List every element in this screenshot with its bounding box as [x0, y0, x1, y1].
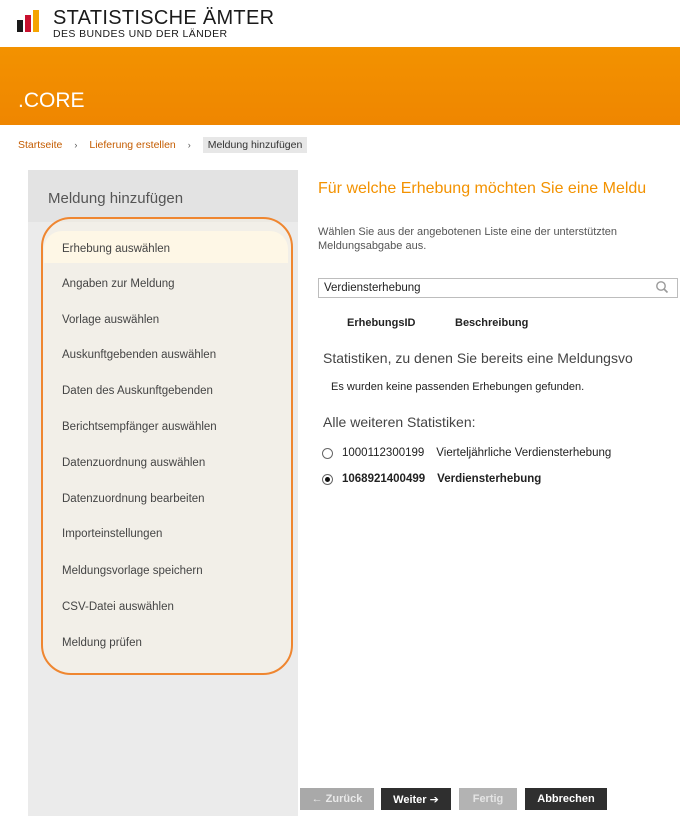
- no-results-message: Es wurden keine passenden Erhebungen gef…: [331, 381, 585, 393]
- step-angaben-zur-meldung[interactable]: Angaben zur Meldung: [62, 278, 175, 290]
- logo-title: STATISTISCHE ÄMTER: [53, 7, 275, 29]
- statistic-label: Verdiensterhebung: [437, 473, 542, 485]
- search-value: Verdiensterhebung: [324, 282, 421, 294]
- radio-button-selected[interactable]: [322, 473, 333, 485]
- statistic-option-row-selected[interactable]: 1068921400499 Verdiensterhebung: [322, 473, 541, 485]
- step-meldungsvorlage-speichern[interactable]: Meldungsvorlage speichern: [62, 565, 203, 577]
- radio-button[interactable]: [322, 447, 333, 459]
- breadcrumb: Startseite › Lieferung erstellen › Meldu…: [18, 137, 308, 153]
- breadcrumb-separator: ›: [74, 140, 78, 150]
- cancel-button[interactable]: Abbrechen: [525, 788, 607, 810]
- breadcrumb-separator: ›: [187, 140, 191, 150]
- statistic-id: 1068921400499: [342, 473, 426, 485]
- main-panel: [300, 170, 680, 766]
- back-button[interactable]: ← Zurück: [300, 788, 374, 810]
- column-header-beschreibung[interactable]: Beschreibung: [455, 317, 528, 329]
- step-erhebung-auswaehlen[interactable]: Erhebung auswählen: [62, 243, 170, 255]
- sidebar-title: Meldung hinzufügen: [48, 190, 184, 207]
- statistic-label: Vierteljährliche Verdiensterhebung: [436, 447, 612, 459]
- header-banner: .CORE: [0, 47, 680, 125]
- search-input[interactable]: Verdiensterhebung: [318, 278, 678, 298]
- statistic-id: 1000112300199: [342, 447, 425, 459]
- breadcrumb-startseite[interactable]: Startseite: [18, 139, 62, 151]
- app-title: .CORE: [18, 89, 85, 112]
- step-datenzuordnung-bearbeiten[interactable]: Datenzuordnung bearbeiten: [62, 493, 205, 505]
- step-meldung-pruefen[interactable]: Meldung prüfen: [62, 637, 142, 649]
- finish-button[interactable]: Fertig: [459, 788, 517, 810]
- intro-text: Wählen Sie aus der angebotenen Liste ein…: [318, 226, 618, 252]
- step-vorlage-auswaehlen[interactable]: Vorlage auswählen: [62, 314, 159, 326]
- previous-statistics-title: Statistiken, zu denen Sie bereits eine M…: [323, 350, 633, 366]
- column-header-erhebungsid[interactable]: ErhebungsID: [347, 317, 415, 329]
- step-daten-des-auskunftgebenden[interactable]: Daten des Auskunftgebenden: [62, 385, 213, 397]
- statistic-option-row[interactable]: 1000112300199 Vierteljährliche Verdienst…: [322, 447, 611, 459]
- breadcrumb-lieferung-erstellen[interactable]: Lieferung erstellen: [89, 139, 175, 151]
- sidebar-header: Meldung hinzufügen: [28, 170, 298, 222]
- next-button[interactable]: Weiter ➔: [381, 788, 451, 810]
- breadcrumb-current: Meldung hinzufügen: [202, 137, 308, 153]
- step-csv-datei-auswaehlen[interactable]: CSV-Datei auswählen: [62, 601, 174, 613]
- logo-subtitle: DES BUNDES UND DER LÄNDER: [53, 28, 228, 40]
- bar-logo-icon: [17, 10, 45, 32]
- page-heading: Für welche Erhebung möchten Sie eine Mel…: [318, 180, 647, 197]
- step-importeinstellungen[interactable]: Importeinstellungen: [62, 528, 162, 540]
- step-berichtsempfaenger-auswaehlen[interactable]: Berichtsempfänger auswählen: [62, 421, 217, 433]
- step-datenzuordnung-auswaehlen[interactable]: Datenzuordnung auswählen: [62, 457, 205, 469]
- other-statistics-title: Alle weiteren Statistiken:: [323, 414, 476, 430]
- step-auskunftgebenden-auswaehlen[interactable]: Auskunftgebenden auswählen: [62, 349, 216, 361]
- search-icon[interactable]: [655, 280, 669, 294]
